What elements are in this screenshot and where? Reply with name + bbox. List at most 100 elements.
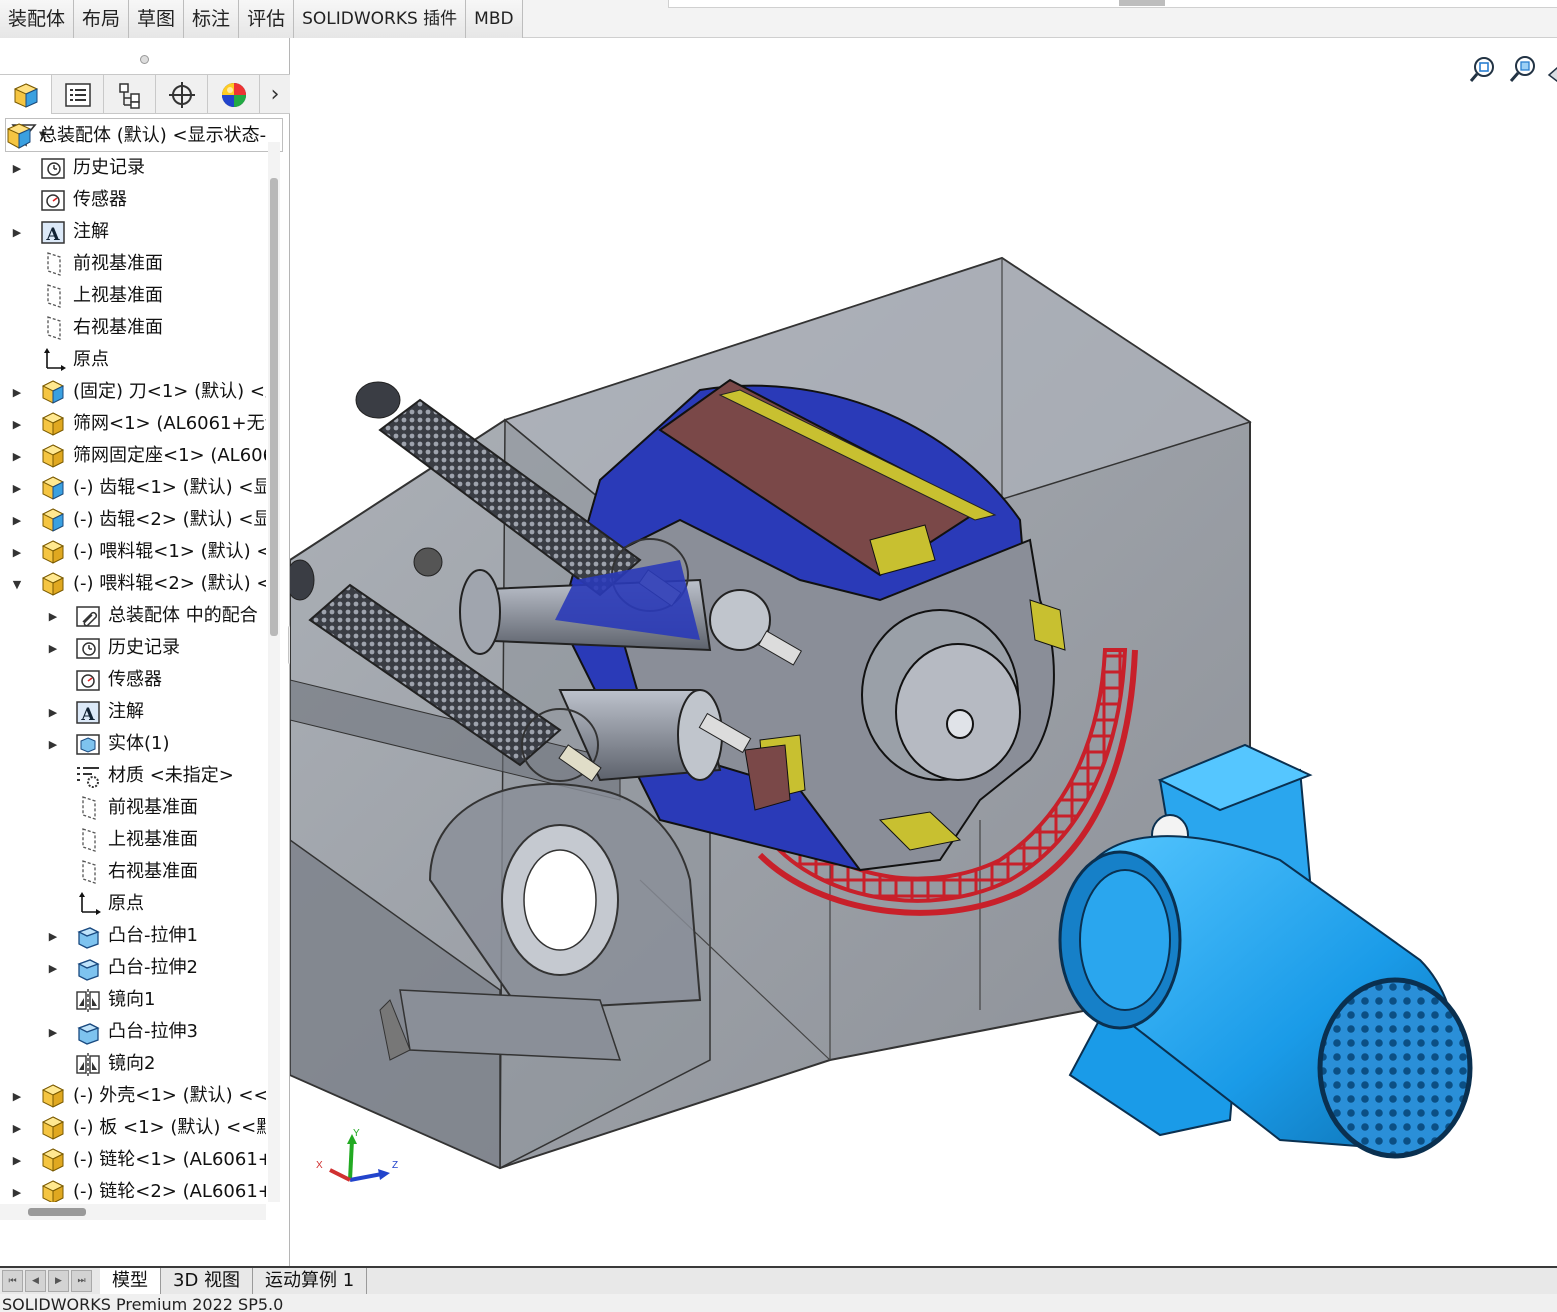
tab-mbd[interactable]: MBD (466, 0, 523, 38)
tree-item[interactable]: ▶ 历史记录 (0, 632, 266, 664)
tree-item[interactable]: 材质 <未指定> (0, 760, 266, 792)
previous-view-button[interactable] (1544, 49, 1557, 89)
heads-up-view-toolbar: ▼▼▼▼ (1468, 48, 1557, 90)
part-yellow-icon (39, 1178, 67, 1202)
collapsed-arrow-icon[interactable]: ▶ (10, 545, 24, 559)
tree-item[interactable]: ▶ 凸台-拉伸3 (0, 1016, 266, 1048)
tree-item[interactable]: 镜向2 (0, 1048, 266, 1080)
tree-item[interactable]: 右视基准面 (0, 312, 266, 344)
tree-item[interactable]: 镜向1 (0, 984, 266, 1016)
graphics-area[interactable]: ▼▼▼▼ Y Z X (290, 38, 1557, 1266)
zoom-to-fit-button[interactable] (1468, 49, 1502, 89)
tree-item[interactable]: ▶ 总装配体 中的配合 (0, 600, 266, 632)
tree-item[interactable]: 原点 (0, 888, 266, 920)
collapsed-arrow-icon[interactable]: ▶ (46, 705, 60, 719)
tab-sketch[interactable]: 草图 (129, 0, 185, 38)
chevron-right-icon[interactable]: › (260, 75, 290, 114)
tab-solidworks-addins[interactable]: SOLIDWORKS 插件 (294, 0, 467, 38)
reference-triad: Y Z X (316, 1128, 398, 1182)
tree-item[interactable]: ▶ (-) 链轮<2> (AL6061+ (0, 1176, 266, 1202)
collapsed-arrow-icon[interactable]: ▶ (10, 161, 24, 175)
collapsed-arrow-icon[interactable]: ▶ (10, 513, 24, 527)
tree-item[interactable]: 前视基准面 (0, 248, 266, 280)
collapsed-arrow-icon[interactable]: ▶ (10, 1089, 24, 1103)
tree-item[interactable]: ▶ 实体(1) (0, 728, 266, 760)
tree-item[interactable]: ▶ (-) 齿辊<1> (默认) <显 (0, 472, 266, 504)
tree-item[interactable]: ▶ 凸台-拉伸1 (0, 920, 266, 952)
tree-item[interactable]: 右视基准面 (0, 856, 266, 888)
previous-tab-icon[interactable]: ◀ (25, 1270, 46, 1292)
collapsed-arrow-icon[interactable]: ▶ (46, 737, 60, 751)
tree-item[interactable]: ▶ 筛网固定座<1> (AL606 (0, 440, 266, 472)
tree-item[interactable]: 传感器 (0, 184, 266, 216)
collapsed-arrow-icon[interactable]: ▶ (10, 1121, 24, 1135)
tree-vertical-scroll-thumb[interactable] (270, 178, 278, 636)
collapsed-arrow-icon[interactable]: ▶ (46, 1025, 60, 1039)
collapsed-arrow-icon[interactable]: ▶ (46, 929, 60, 943)
toolbar-remnant (668, 0, 1557, 8)
tree-item[interactable]: ▶ (-) 外壳<1> (默认) <<默 (0, 1080, 266, 1112)
tree-item-label: (-) 链轮<2> (AL6061+ (73, 1181, 266, 1202)
property-list-icon (64, 82, 91, 107)
tab-layout[interactable]: 布局 (74, 0, 130, 38)
tree-item[interactable]: 传感器 (0, 664, 266, 696)
collapsed-arrow-icon[interactable]: ▶ (10, 1185, 24, 1199)
y-axis-arrow (348, 1139, 354, 1181)
tree-item[interactable]: ▶ (固定) 刀<1> (默认) <显 (0, 376, 266, 408)
tree-item[interactable]: ▶ A 注解 (0, 696, 266, 728)
expanded-arrow-icon[interactable]: ▼ (10, 577, 24, 591)
plane-icon (74, 826, 102, 854)
propertymanager-tab[interactable] (52, 75, 104, 114)
last-tab-icon[interactable]: ⏭ (71, 1270, 92, 1292)
next-tab-icon[interactable]: ▶ (48, 1270, 69, 1292)
collapsed-arrow-icon[interactable]: ▶ (46, 961, 60, 975)
sensor-icon (39, 186, 67, 214)
tree-item[interactable]: ▶ (-) 板 <1> (默认) <<默认 (0, 1112, 266, 1144)
part-yellow-icon (39, 1082, 67, 1110)
tree-item[interactable]: 前视基准面 (0, 792, 266, 824)
collapsed-arrow-icon[interactable]: ▶ (46, 641, 60, 655)
tree-item[interactable]: ▶ (-) 齿辊<2> (默认) <显 (0, 504, 266, 536)
tree-item[interactable]: ▶ 凸台-拉伸2 (0, 952, 266, 984)
tree-item-label: 传感器 (73, 189, 127, 210)
tree-item[interactable]: ▶ A 注解 (0, 216, 266, 248)
extrude-icon (74, 922, 102, 950)
tree-item[interactable]: ▶ 历史记录 (0, 152, 266, 184)
tree-item[interactable]: ▶ (-) 链轮<1> (AL6061+ (0, 1144, 266, 1176)
tree-item-label: (-) 齿辊<2> (默认) <显 (73, 509, 266, 530)
history-icon (39, 154, 67, 182)
tree-item-label: 历史记录 (73, 157, 145, 178)
display-manager-tab[interactable] (208, 75, 260, 114)
tree-item[interactable]: 上视基准面 (0, 280, 266, 312)
collapsed-arrow-icon[interactable]: ▶ (10, 385, 24, 399)
tab-model[interactable]: 模型 (100, 1268, 161, 1294)
feature-tree: 总装配体 (默认) <显示状态- ▶ 历史记录 传感器 ▶ A 注解 前视基准面 上视基准面 右视… (0, 114, 266, 1202)
featuremanager-tab[interactable] (0, 75, 52, 114)
collapsed-arrow-icon[interactable]: ▶ (10, 225, 24, 239)
collapsed-arrow-icon[interactable]: ▶ (10, 449, 24, 463)
tree-item[interactable]: 原点 (0, 344, 266, 376)
tab-evaluate[interactable]: 评估 (239, 0, 295, 38)
tree-item[interactable]: ▶ 筛网<1> (AL6061+无包 (0, 408, 266, 440)
collapsed-arrow-icon[interactable]: ▶ (10, 1153, 24, 1167)
tree-horizontal-scroll-thumb[interactable] (28, 1208, 86, 1216)
svg-text:A: A (80, 705, 95, 725)
collapsed-arrow-icon[interactable]: ▶ (10, 481, 24, 495)
dimxpert-tab[interactable] (156, 75, 208, 114)
tree-item[interactable]: 上视基准面 (0, 824, 266, 856)
plane-icon (74, 794, 102, 822)
assembly-model-view[interactable] (290, 38, 1557, 1266)
tree-item[interactable]: ▼ (-) 喂料辊<2> (默认) < (0, 568, 266, 600)
collapsed-arrow-icon[interactable]: ▶ (46, 609, 60, 623)
panel-grip[interactable] (140, 55, 149, 64)
tab-markup[interactable]: 标注 (184, 0, 240, 38)
configurationmanager-tab[interactable] (104, 75, 156, 114)
tab-assembly[interactable]: 装配体 (0, 0, 75, 38)
first-tab-icon[interactable]: ⏮ (2, 1270, 23, 1292)
tree-item[interactable]: ▶ (-) 喂料辊<1> (默认) < (0, 536, 266, 568)
tab-3d-view[interactable]: 3D 视图 (161, 1268, 254, 1294)
collapsed-arrow-icon[interactable]: ▶ (10, 417, 24, 431)
zoom-to-area-button[interactable] (1506, 49, 1540, 89)
tab-motion-study[interactable]: 运动算例 1 (253, 1268, 368, 1294)
tree-item[interactable]: 总装配体 (默认) <显示状态- (0, 120, 266, 152)
